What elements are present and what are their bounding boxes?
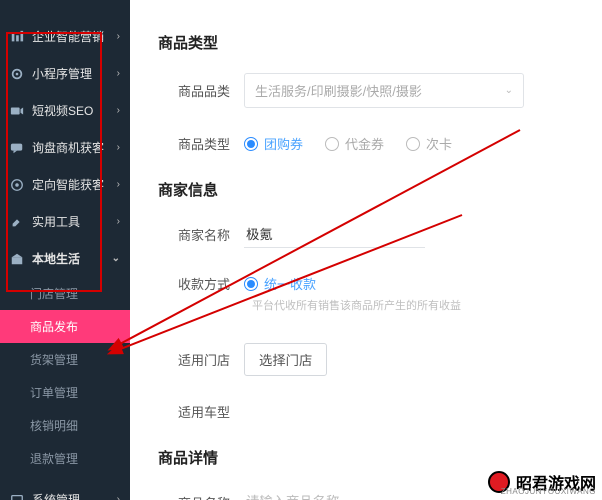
nav-system-manage[interactable]: 系统管理 › (0, 481, 130, 500)
label-store: 适用门店 (158, 350, 230, 369)
radio-unified-pay[interactable]: 统一收款 (244, 274, 316, 293)
product-name-input[interactable] (244, 488, 425, 500)
tool-icon (10, 215, 24, 229)
nav-label: 短视频SEO (32, 102, 93, 119)
type-radio-group: 团购券 代金券 次卡 (244, 134, 452, 153)
chevron-right-icon: › (117, 179, 120, 190)
section-title-merchant: 商家信息 (158, 179, 574, 200)
main-content: 商品类型 商品品类 生活服务/印刷摄影/快照/摄影 ⌄ 商品类型 团购券 代金券 (130, 0, 602, 500)
radio-voucher[interactable]: 代金券 (325, 134, 384, 153)
category-select[interactable]: 生活服务/印刷摄影/快照/摄影 ⌄ (244, 73, 524, 108)
nav-local-life[interactable]: 本地生活 ⌄ (0, 240, 130, 277)
category-value: 生活服务/印刷摄影/快照/摄影 (255, 81, 422, 100)
nav-label: 实用工具 (32, 213, 80, 230)
label-type: 商品类型 (158, 134, 230, 153)
pay-hint-text: 平台代收所有销售该商品所产生的所有收益 (252, 297, 461, 313)
video-icon (10, 104, 24, 118)
nav-label: 询盘商机获客 (32, 139, 104, 156)
section-title-product-type: 商品类型 (158, 32, 574, 53)
chat-icon (10, 141, 24, 155)
chevron-right-icon: › (117, 494, 120, 500)
nav-label: 本地生活 (32, 250, 80, 267)
sub-refund-manage[interactable]: 退款管理 (0, 442, 130, 475)
system-icon (10, 493, 24, 500)
radio-dot-icon (244, 277, 258, 291)
label-vehicle: 适用车型 (158, 402, 230, 421)
chevron-right-icon: › (117, 68, 120, 79)
nav-label: 企业智能营销 (32, 28, 104, 45)
nav-miniprogram[interactable]: 小程序管理 › (0, 55, 130, 92)
chevron-right-icon: › (117, 31, 120, 42)
radio-times-card[interactable]: 次卡 (406, 134, 452, 153)
section-title-detail: 商品详情 (158, 447, 574, 468)
label-category: 商品品类 (158, 81, 230, 100)
nav-targeted-leads[interactable]: 定向智能获客 › (0, 166, 130, 203)
nav-label: 小程序管理 (32, 65, 92, 82)
sub-shelf-manage[interactable]: 货架管理 (0, 343, 130, 376)
nav-enterprise-marketing[interactable]: 企业智能营销 › (0, 18, 130, 55)
nav-short-video-seo[interactable]: 短视频SEO › (0, 92, 130, 129)
chevron-right-icon: › (117, 105, 120, 116)
bars-icon (10, 30, 24, 44)
radio-label: 统一收款 (264, 274, 316, 293)
radio-dot-icon (406, 137, 420, 151)
radio-groupbuy[interactable]: 团购券 (244, 134, 303, 153)
watermark-subtext: ZHAOJUNYOUXIWANG (501, 487, 596, 496)
chevron-down-icon: ⌄ (112, 253, 120, 264)
sidebar: 企业智能营销 › 小程序管理 › 短视频SEO › 询盘商机获客 › 定向智能获… (0, 0, 130, 500)
chevron-down-icon: ⌄ (505, 85, 513, 96)
target-icon (10, 178, 24, 192)
radio-label: 次卡 (426, 134, 452, 153)
sub-product-publish[interactable]: 商品发布 (0, 310, 130, 343)
chevron-right-icon: › (117, 142, 120, 153)
select-store-button[interactable]: 选择门店 (244, 343, 327, 376)
nav-label: 系统管理 (32, 491, 80, 500)
chevron-right-icon: › (117, 216, 120, 227)
nav-inquiry-leads[interactable]: 询盘商机获客 › (0, 129, 130, 166)
sub-order-manage[interactable]: 订单管理 (0, 376, 130, 409)
nav-tools[interactable]: 实用工具 › (0, 203, 130, 240)
radio-dot-icon (325, 137, 339, 151)
merchant-name-input[interactable] (244, 220, 425, 248)
radio-label: 团购券 (264, 134, 303, 153)
label-pay-method: 收款方式 (158, 274, 230, 293)
radio-label: 代金券 (345, 134, 384, 153)
watermark: 昭君游戏网 ZHAOJUNYOUXIWANG (488, 470, 596, 494)
gear-icon (10, 67, 24, 81)
label-product-name: 商品名称 (158, 493, 230, 500)
nav-label: 定向智能获客 (32, 176, 104, 193)
radio-dot-icon (244, 137, 258, 151)
label-merchant-name: 商家名称 (158, 225, 230, 244)
sub-verify-detail[interactable]: 核销明细 (0, 409, 130, 442)
life-icon (10, 252, 24, 266)
sub-store-manage[interactable]: 门店管理 (0, 277, 130, 310)
